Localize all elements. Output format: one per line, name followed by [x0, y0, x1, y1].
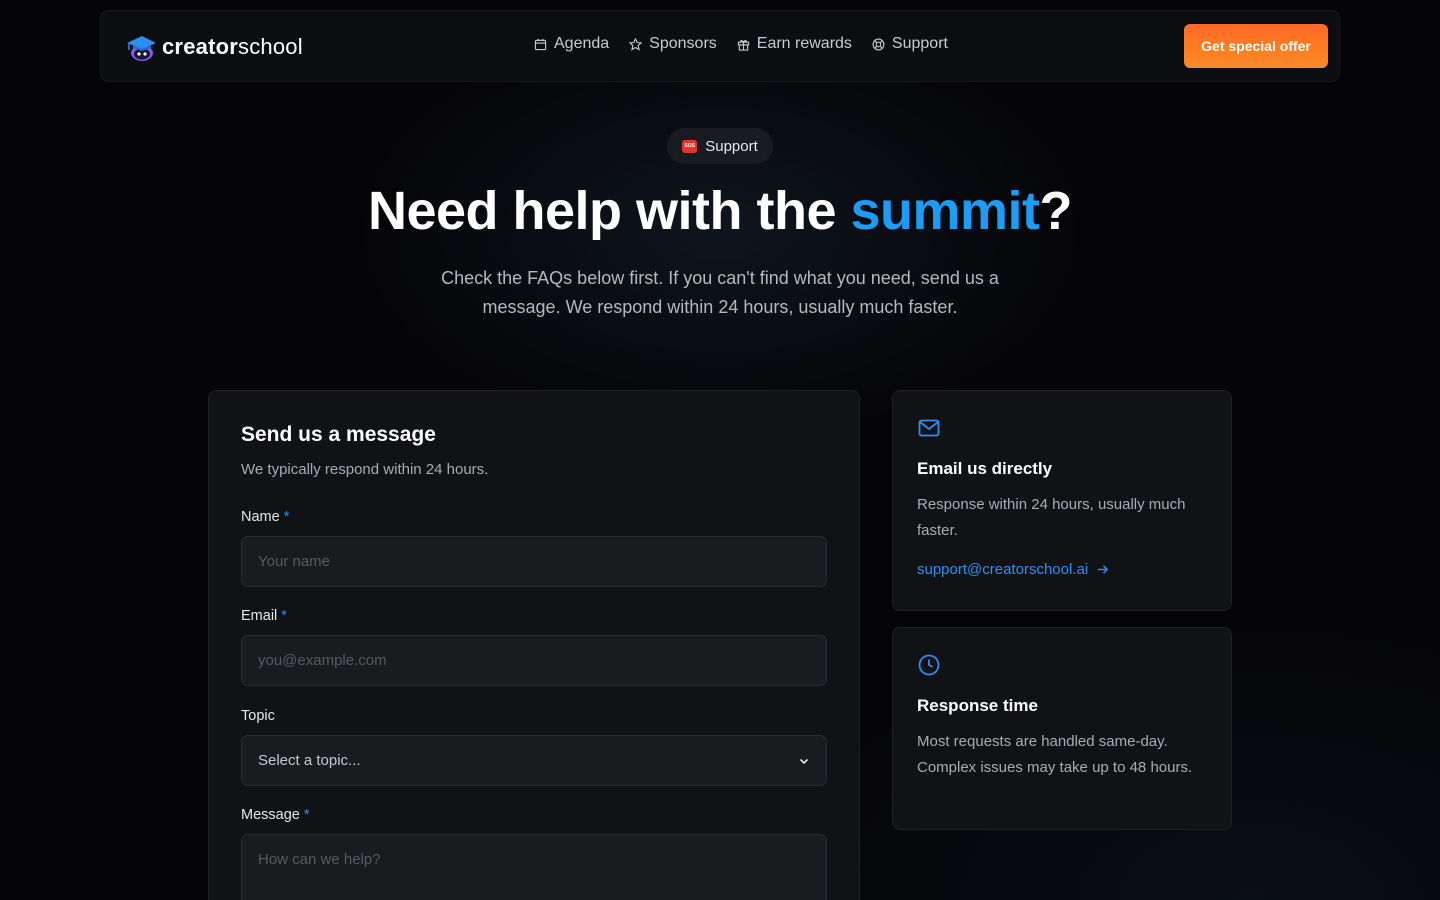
email-us-card: Email us directly Response within 24 hou…: [892, 390, 1232, 611]
email-card-title: Email us directly: [917, 459, 1053, 478]
form-title: Send us a message: [241, 423, 436, 446]
support-email-text: support@creatorschool.ai: [917, 561, 1089, 578]
name-label: Name *: [241, 509, 290, 525]
nav-support-label: Support: [891, 35, 948, 52]
lifebuoy-icon: [872, 38, 885, 50]
nav-earn-rewards[interactable]: Earn rewards: [737, 35, 852, 53]
email-input[interactable]: [241, 635, 827, 686]
topic-select-value: Select a topic...: [258, 752, 361, 769]
arrow-right-icon: [1098, 565, 1109, 574]
chevron-down-icon: [799, 758, 809, 764]
brand-name: creatorschool: [162, 34, 303, 59]
get-special-offer-button[interactable]: Get special offer: [1184, 24, 1328, 68]
brand-logo[interactable]: creatorschool: [125, 31, 303, 63]
response-card-title: Response time: [917, 696, 1038, 715]
page-title: Need help with the summit?: [367, 181, 1073, 241]
contact-form-card: Send us a message We typically respond w…: [208, 390, 860, 900]
message-label: Message *: [241, 807, 310, 823]
nav-earn-rewards-label: Earn rewards: [756, 35, 852, 52]
graduation-cap-mascot-icon: [127, 36, 156, 61]
title-accent: summit: [850, 181, 1041, 241]
calendar-icon: [534, 38, 547, 50]
email-label: Email *: [241, 608, 287, 624]
clock-icon: [918, 654, 940, 676]
support-badge: SOS Support: [667, 128, 773, 164]
response-time-card: Response time Most requests are handled …: [892, 627, 1232, 830]
name-input[interactable]: [241, 536, 827, 587]
topic-label: Topic: [241, 708, 275, 724]
mail-icon: [918, 419, 940, 437]
nav-sponsors-label: Sponsors: [649, 35, 717, 52]
topic-select[interactable]: Select a topic...: [241, 735, 827, 786]
nav-agenda[interactable]: Agenda: [534, 35, 609, 53]
required-marker: *: [303, 807, 310, 823]
email-card-text: Response within 24 hours, usually much f…: [917, 496, 1186, 539]
form-subtitle: We typically respond within 24 hours.: [241, 461, 489, 478]
nav-agenda-label: Agenda: [554, 35, 610, 52]
top-navbar: creatorschool Agenda Sponsors Earn rewar…: [100, 10, 1340, 82]
sos-icon: SOS: [682, 139, 698, 153]
nav-sponsors[interactable]: Sponsors: [629, 35, 717, 53]
page-subtitle: Check the FAQs below first. If you can't…: [441, 268, 999, 317]
required-marker: *: [283, 509, 290, 525]
message-textarea[interactable]: [241, 834, 827, 900]
support-email-link[interactable]: support@creatorschool.ai: [917, 561, 1109, 578]
response-card-text: Most requests are handled same-day. Comp…: [917, 733, 1193, 776]
main-nav: Agenda Sponsors Earn rewards Support: [534, 35, 948, 53]
star-icon: [629, 37, 643, 51]
nav-support[interactable]: Support: [872, 35, 948, 53]
gift-icon: [737, 39, 749, 51]
support-badge-label: Support: [705, 137, 758, 155]
required-marker: *: [281, 608, 287, 624]
